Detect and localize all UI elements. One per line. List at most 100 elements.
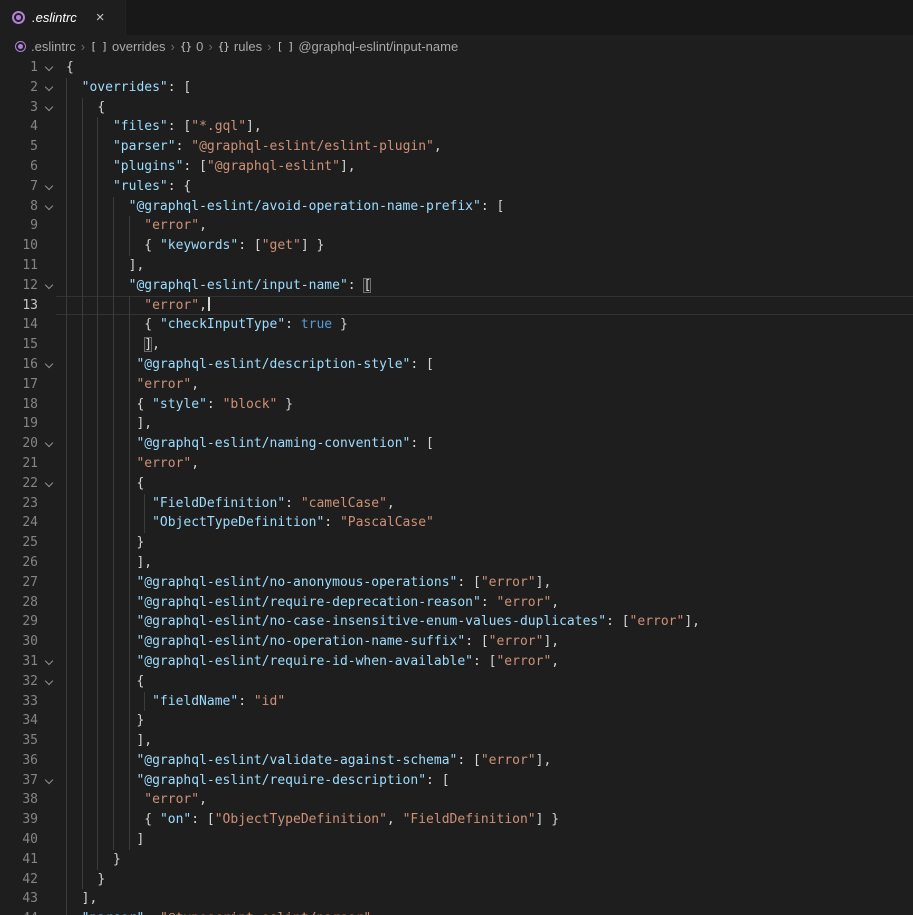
code-line[interactable]: 42 } (0, 870, 913, 890)
line-number[interactable]: 26 (0, 553, 38, 573)
fold-chevron-icon[interactable] (45, 281, 53, 289)
code-line[interactable]: 2 "overrides": [ (0, 78, 913, 98)
code-line[interactable]: 34 } (0, 711, 913, 731)
line-number[interactable]: 10 (0, 236, 38, 256)
code-line[interactable]: 22 { (0, 474, 913, 494)
code-line[interactable]: 21 "error", (0, 454, 913, 474)
code-line[interactable]: 41 } (0, 850, 913, 870)
line-number[interactable]: 8 (0, 197, 38, 217)
code-line[interactable]: 32 { (0, 672, 913, 692)
code-line[interactable]: 30 "@graphql-eslint/no-operation-name-su… (0, 632, 913, 652)
line-number[interactable]: 19 (0, 414, 38, 434)
code-line[interactable]: 38 "error", (0, 790, 913, 810)
code-line[interactable]: 36 "@graphql-eslint/validate-against-sch… (0, 751, 913, 771)
line-number[interactable]: 23 (0, 494, 38, 514)
code-line[interactable]: 19 ], (0, 414, 913, 434)
fold-chevron-icon[interactable] (45, 657, 53, 665)
code-line[interactable]: 28 "@graphql-eslint/require-deprecation-… (0, 593, 913, 613)
line-number[interactable]: 5 (0, 137, 38, 157)
code-line[interactable]: 4 "files": ["*.gql"], (0, 117, 913, 137)
fold-chevron-icon[interactable] (45, 775, 53, 783)
line-number[interactable]: 37 (0, 771, 38, 791)
breadcrumb-item--eslintrc[interactable]: .eslintrc (15, 39, 76, 54)
line-number[interactable]: 31 (0, 652, 38, 672)
line-number[interactable]: 34 (0, 711, 38, 731)
code-line[interactable]: 10 { "keywords": ["get"] } (0, 236, 913, 256)
line-number[interactable]: 7 (0, 177, 38, 197)
line-number[interactable]: 9 (0, 216, 38, 236)
code-line[interactable]: 23 "FieldDefinition": "camelCase", (0, 494, 913, 514)
fold-chevron-icon[interactable] (45, 182, 53, 190)
code-line[interactable]: 11 ], (0, 256, 913, 276)
tab-eslintrc[interactable]: .eslintrc × (0, 0, 126, 35)
line-number[interactable]: 30 (0, 632, 38, 652)
line-number[interactable]: 3 (0, 98, 38, 118)
code-line[interactable]: 33 "fieldName": "id" (0, 692, 913, 712)
fold-chevron-icon[interactable] (45, 63, 53, 71)
code-line[interactable]: 25 } (0, 533, 913, 553)
line-number[interactable]: 2 (0, 78, 38, 98)
code-line[interactable]: 15 ], (0, 335, 913, 355)
line-number[interactable]: 17 (0, 375, 38, 395)
code-line[interactable]: 6 "plugins": ["@graphql-eslint"], (0, 157, 913, 177)
line-number[interactable]: 39 (0, 810, 38, 830)
code-line[interactable]: 17 "error", (0, 375, 913, 395)
line-number[interactable]: 27 (0, 573, 38, 593)
code-line[interactable]: 24 "ObjectTypeDefinition": "PascalCase" (0, 513, 913, 533)
line-number[interactable]: 28 (0, 593, 38, 613)
code-line[interactable]: 16 "@graphql-eslint/description-style": … (0, 355, 913, 375)
code-line[interactable]: 26 ], (0, 553, 913, 573)
line-number[interactable]: 29 (0, 612, 38, 632)
line-number[interactable]: 6 (0, 157, 38, 177)
fold-chevron-icon[interactable] (45, 201, 53, 209)
fold-chevron-icon[interactable] (45, 360, 53, 368)
line-number[interactable]: 38 (0, 790, 38, 810)
code-line[interactable]: 7 "rules": { (0, 177, 913, 197)
line-number[interactable]: 40 (0, 830, 38, 850)
line-number[interactable]: 24 (0, 513, 38, 533)
line-number[interactable]: 21 (0, 454, 38, 474)
line-number[interactable]: 15 (0, 335, 38, 355)
fold-chevron-icon[interactable] (45, 83, 53, 91)
code-line[interactable]: 18 { "style": "block" } (0, 395, 913, 415)
line-number[interactable]: 12 (0, 276, 38, 296)
line-number[interactable]: 1 (0, 58, 38, 78)
code-line[interactable]: 8 "@graphql-eslint/avoid-operation-name-… (0, 197, 913, 217)
line-number[interactable]: 22 (0, 474, 38, 494)
code-line[interactable]: 9 "error", (0, 216, 913, 236)
line-number[interactable]: 25 (0, 533, 38, 553)
code-line[interactable]: 13 "error", (0, 296, 913, 316)
code-line[interactable]: 40 ] (0, 830, 913, 850)
fold-chevron-icon[interactable] (45, 676, 53, 684)
code-line[interactable]: 31 "@graphql-eslint/require-id-when-avai… (0, 652, 913, 672)
line-number[interactable]: 43 (0, 889, 38, 909)
line-number[interactable]: 41 (0, 850, 38, 870)
breadcrumb-item-rules[interactable]: {}rules (218, 39, 262, 54)
code-line[interactable]: 14 { "checkInputType": true } (0, 315, 913, 335)
code-line[interactable]: 29 "@graphql-eslint/no-case-insensitive-… (0, 612, 913, 632)
code-line[interactable]: 43 ], (0, 889, 913, 909)
code-editor[interactable]: 1{2 "overrides": [3 {4 "files": ["*.gql"… (0, 58, 913, 915)
code-line[interactable]: 5 "parser": "@graphql-eslint/eslint-plug… (0, 137, 913, 157)
line-number[interactable]: 42 (0, 870, 38, 890)
code-line[interactable]: 39 { "on": ["ObjectTypeDefinition", "Fie… (0, 810, 913, 830)
line-number[interactable]: 14 (0, 315, 38, 335)
line-number[interactable]: 11 (0, 256, 38, 276)
breadcrumb-item--graphql-eslint-input-name[interactable]: [ ]@graphql-eslint/input-name (276, 39, 458, 54)
breadcrumb-item-0[interactable]: {}0 (180, 39, 203, 54)
line-number[interactable]: 33 (0, 692, 38, 712)
breadcrumb-item-overrides[interactable]: [ ]overrides (90, 39, 165, 54)
code-line[interactable]: 44 "parser": "@typescript-eslint/parser" (0, 909, 913, 915)
line-number[interactable]: 16 (0, 355, 38, 375)
fold-chevron-icon[interactable] (45, 102, 53, 110)
line-number[interactable]: 20 (0, 434, 38, 454)
line-number[interactable]: 44 (0, 909, 38, 915)
code-line[interactable]: 37 "@graphql-eslint/require-description"… (0, 771, 913, 791)
line-number[interactable]: 4 (0, 117, 38, 137)
code-line[interactable]: 20 "@graphql-eslint/naming-convention": … (0, 434, 913, 454)
code-line[interactable]: 35 ], (0, 731, 913, 751)
line-number[interactable]: 36 (0, 751, 38, 771)
code-line[interactable]: 3 { (0, 98, 913, 118)
line-number[interactable]: 32 (0, 672, 38, 692)
line-number[interactable]: 18 (0, 395, 38, 415)
